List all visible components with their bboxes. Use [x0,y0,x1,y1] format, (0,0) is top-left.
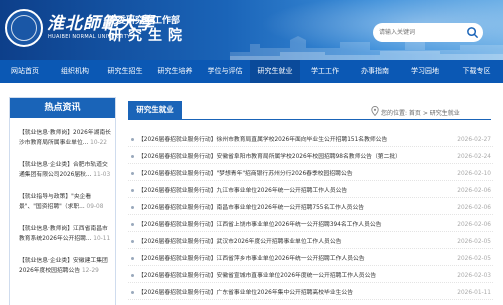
news-date: 10-22 [90,140,107,146]
bullet-icon [131,189,134,192]
news-date: 12-29 [81,268,99,274]
notice-row[interactable]: 【2026届春招就业服务行动】南昌市事业单位2026年统一公开招聘755名工作人… [128,201,493,215]
department-title: 研究生院 [108,28,188,44]
bullet-icon [131,257,134,260]
news-date: 09-08 [86,204,104,210]
section-divider [128,119,491,120]
nav-item-organization[interactable]: 组织机构 [50,60,100,83]
news-text: 【就业指导与政策】"央企看景"、"国资招聘"（求职... [19,194,92,210]
site-header: 淮北師範大學 HUAIBEI NORMAL UNIVERSITY 党委研究生工作… [0,0,503,60]
notice-date: 2026-02-27 [457,137,491,143]
notice-title[interactable]: 【2026届春招就业服务行动】广东省事业单位2026年集中公开招聘高校毕业生公告 [138,286,353,300]
notice-row[interactable]: 【2026届春招就业服务行动】九江市事业单位2026年统一公开招聘工作人员公告 2… [128,184,493,198]
sidebar-news-item[interactable]: 【就业信息·教师岗】2026年湖南长沙市教育局所属事业单位... 10-22 [19,128,113,148]
hot-news-sidebar: 热点资讯 【就业信息·教师岗】2026年湖南长沙市教育局所属事业单位... 10… [9,97,116,305]
search-icon[interactable] [466,26,479,39]
nav-item-degree[interactable]: 学位与评估 [200,60,250,83]
notice-date: 2026-02-24 [457,154,491,160]
main-nav: 网站首页 组织机构 研究生招生 研究生培养 学位与评估 研究生就业 学工工作 办… [0,60,503,83]
notice-title[interactable]: 【2026届春招就业服务行动】南昌市事业单位2026年统一公开招聘755名工作人… [138,201,364,215]
notice-row[interactable]: 【2026届春招就业服务行动】江西省上饶市事业单位2026年统一公开招聘394名… [128,218,493,232]
notice-title[interactable]: 【2026届春招就业服务行动】"梦想青年"招商银行苏州分行2026春季校园招聘公… [138,167,353,181]
sidebar-title: 热点资讯 [10,98,115,118]
notice-date: 2026-02-06 [457,188,491,194]
nav-item-downloads[interactable]: 下载专区 [450,60,503,83]
bullet-icon [131,223,134,226]
notice-date: 2026-02-05 [457,256,491,262]
notice-date: 2026-02-06 [457,222,491,228]
notice-date: 2026-02-06 [457,205,491,211]
notice-date: 2026-01-11 [457,290,491,296]
nav-item-employment[interactable]: 研究生就业 [250,60,300,83]
notice-row[interactable]: 【2026届春招就业服务行动】徐州市教育局直属学校2026年面向毕业生公开招聘1… [128,133,493,147]
nav-item-training[interactable]: 研究生培养 [150,60,200,83]
notice-title[interactable]: 【2026届春招就业服务行动】江西省上饶市事业单位2026年统一公开招聘394名… [138,218,381,232]
notice-date: 2026-02-03 [457,273,491,279]
notice-title[interactable]: 【2026届春招就业服务行动】安徽省宣城市直事业单位2026年度统一公开招聘工作… [138,269,376,283]
notice-date: 2026-02-05 [457,239,491,245]
notice-title[interactable]: 【2026届春招就业服务行动】徐州市教育局直属学校2026年面向毕业生公开招聘1… [138,133,387,147]
notice-row[interactable]: 【2026届春招就业服务行动】"梦想青年"招商银行苏州分行2026春季校园招聘公… [128,167,493,181]
nav-item-student-work[interactable]: 学工工作 [300,60,350,83]
bullet-icon [131,138,134,141]
notice-row[interactable]: 【2026届春招就业服务行动】广东省事业单位2026年集中公开招聘高校毕业生公告… [128,286,493,300]
notice-date: 2026-02-10 [457,171,491,177]
bullet-icon [131,155,134,158]
nav-item-admission[interactable]: 研究生招生 [100,60,150,83]
sidebar-news-item[interactable]: 【就业指导与政策】"央企看景"、"国资招聘"（求职... 09-08 [19,192,113,212]
nav-item-home[interactable]: 网站首页 [0,60,50,83]
search-box [373,23,483,42]
notice-row[interactable]: 【2026届春招就业服务行动】安徽省宣城市直事业单位2026年度统一公开招聘工作… [128,269,493,283]
notice-title[interactable]: 【2026届春招就业服务行动】九江市事业单位2026年统一公开招聘工作人员公告 [138,184,347,198]
sidebar-news-item[interactable]: 【就业信息·企业类】合肥市轨道交通集团有限公司2026届秋... 11-03 [19,160,113,180]
bullet-icon [131,240,134,243]
bullet-icon [131,206,134,209]
bullet-icon [131,274,134,277]
news-date: 10-11 [93,236,111,242]
notice-row[interactable]: 【2026届春招就业服务行动】安徽省阜阳市教育局所属学校2026年校园招聘98名… [128,150,493,164]
notice-title[interactable]: 【2026届春招就业服务行动】江西省萍乡市事业单位2026年统一公开招聘工作人员… [138,252,365,266]
notice-row[interactable]: 【2026届春招就业服务行动】武汉市2026年度公开招聘事业单位工作人员公告 20… [128,235,493,249]
bullet-icon [131,291,134,294]
section-tab-employment: 研究生就业 [128,101,182,119]
bullet-icon [131,172,134,175]
nav-item-guide[interactable]: 办事指南 [350,60,400,83]
search-input[interactable] [379,26,465,39]
university-seal-logo[interactable] [5,9,43,47]
location-pin-icon [371,106,379,116]
breadcrumb[interactable]: 您的位置: 首页 > 研究生就业 [381,108,460,117]
sidebar-news-item[interactable]: 【就业信息·企业类】安徽建工集团2026年度校园招聘公告 12-29 [19,256,113,276]
sidebar-news-item[interactable]: 【就业信息·教师岗】江西省南昌市教育系统2026年公开招聘... 10-11 [19,224,113,244]
nav-item-learning[interactable]: 学习园地 [400,60,450,83]
notice-row[interactable]: 【2026届春招就业服务行动】江西省萍乡市事业单位2026年统一公开招聘工作人员… [128,252,493,266]
notice-title[interactable]: 【2026届春招就业服务行动】武汉市2026年度公开招聘事业单位工作人员公告 [138,235,341,249]
notice-title[interactable]: 【2026届春招就业服务行动】安徽省阜阳市教育局所属学校2026年校园招聘98名… [138,150,401,164]
news-date: 11-03 [93,172,111,178]
